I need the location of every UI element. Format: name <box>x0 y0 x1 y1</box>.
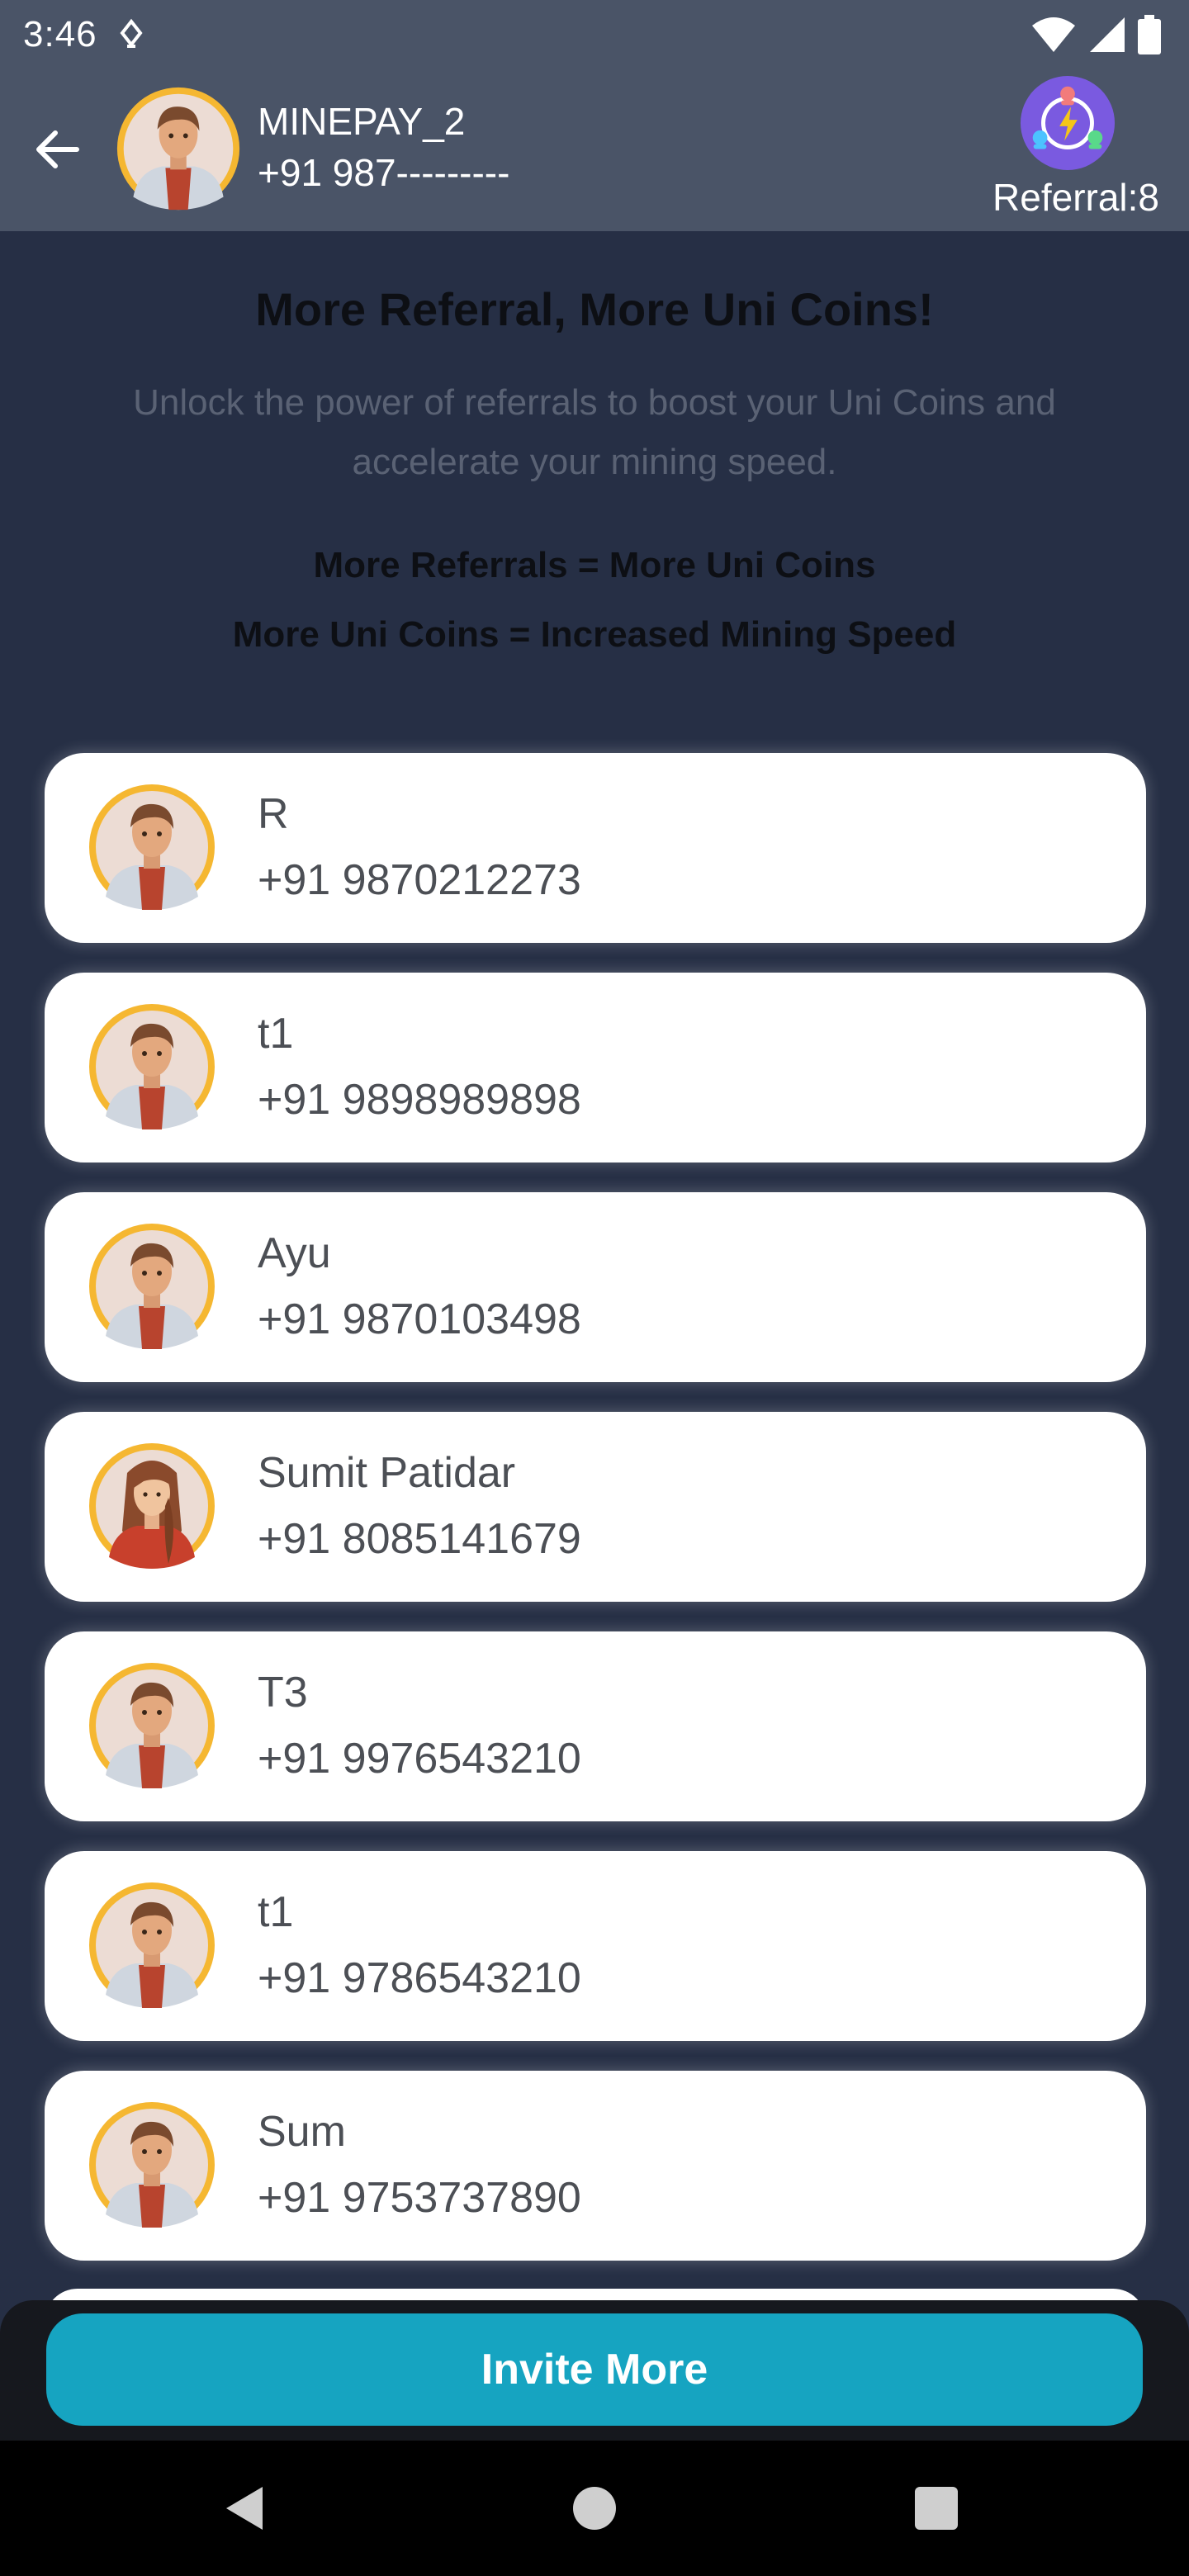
battery-icon <box>1138 15 1161 54</box>
referral-card[interactable]: Sumit Patidar +91 8085141679 <box>45 1412 1146 1602</box>
referral-name: t1 <box>258 1888 294 1936</box>
invite-more-button[interactable]: Invite More <box>46 2313 1143 2426</box>
male-avatar-icon <box>89 1663 215 1788</box>
user-phone: +91 987--------- <box>258 151 510 194</box>
referral-name: Sum <box>258 2108 346 2156</box>
referral-phone: +91 8085141679 <box>258 1515 581 1563</box>
nav-back-icon[interactable] <box>221 2484 268 2533</box>
referral-name: T3 <box>258 1669 308 1717</box>
referral-network-icon[interactable] <box>1019 74 1116 172</box>
nav-recents-icon[interactable] <box>915 2487 958 2530</box>
nav-home-icon[interactable] <box>573 2487 616 2530</box>
arrow-left-icon <box>36 130 79 168</box>
benefit-line-2: More Uni Coins = Increased Mining Speed <box>232 614 957 655</box>
user-name: MINEPAY_2 <box>258 100 466 143</box>
benefit-line-1: More Referrals = More Uni Coins <box>313 545 876 585</box>
data-saver-icon <box>120 18 143 48</box>
referral-name: t1 <box>258 1010 294 1058</box>
male-avatar-icon <box>89 1882 215 2008</box>
intro-description: Unlock the power of referrals to boost y… <box>133 382 1056 482</box>
referral-name: Ayu <box>258 1229 331 1277</box>
female-avatar-icon <box>89 1443 215 1569</box>
back-button[interactable] <box>28 121 86 178</box>
status-bar: 3:46 <box>0 0 1189 69</box>
wifi-icon <box>1032 17 1075 52</box>
referral-card[interactable]: R +91 9870212273 <box>45 753 1146 943</box>
referral-card[interactable]: T3 +91 9976543210 <box>45 1631 1146 1821</box>
screen: 3:46 MINEPAY_2 +91 987--------- Referral… <box>0 0 1189 2576</box>
referral-card[interactable]: t1 +91 9786543210 <box>45 1851 1146 2041</box>
referral-name: R <box>258 790 289 838</box>
male-avatar-icon <box>89 2102 215 2228</box>
referral-phone: +91 9870212273 <box>258 856 581 904</box>
user-avatar[interactable] <box>114 84 243 213</box>
referral-card[interactable]: Sum +91 9753737890 <box>45 2071 1146 2261</box>
referral-phone: +91 9976543210 <box>258 1735 581 1783</box>
referral-name: Sumit Patidar <box>258 1449 516 1497</box>
signal-icon <box>1090 17 1125 52</box>
system-nav-bar <box>0 2441 1189 2576</box>
referral-phone: +91 9898989898 <box>258 1076 581 1124</box>
status-time: 3:46 <box>23 14 97 54</box>
referral-phone: +91 9753737890 <box>258 2174 581 2222</box>
status-icons <box>1030 15 1161 54</box>
referral-phone: +91 9870103498 <box>258 1295 581 1343</box>
male-avatar-icon <box>89 1004 215 1129</box>
male-avatar-icon <box>89 784 215 910</box>
referral-count: Referral:8 <box>992 176 1159 219</box>
male-avatar-icon <box>89 1224 215 1349</box>
page-title: More Referral, More Uni Coins! <box>255 283 934 335</box>
referral-card[interactable]: t1 +91 9898989898 <box>45 973 1146 1163</box>
referral-phone: +91 9786543210 <box>258 1954 581 2002</box>
app-header: MINEPAY_2 +91 987--------- Referral:8 <box>0 69 1189 231</box>
referral-card[interactable]: Ayu +91 9870103498 <box>45 1192 1146 1382</box>
